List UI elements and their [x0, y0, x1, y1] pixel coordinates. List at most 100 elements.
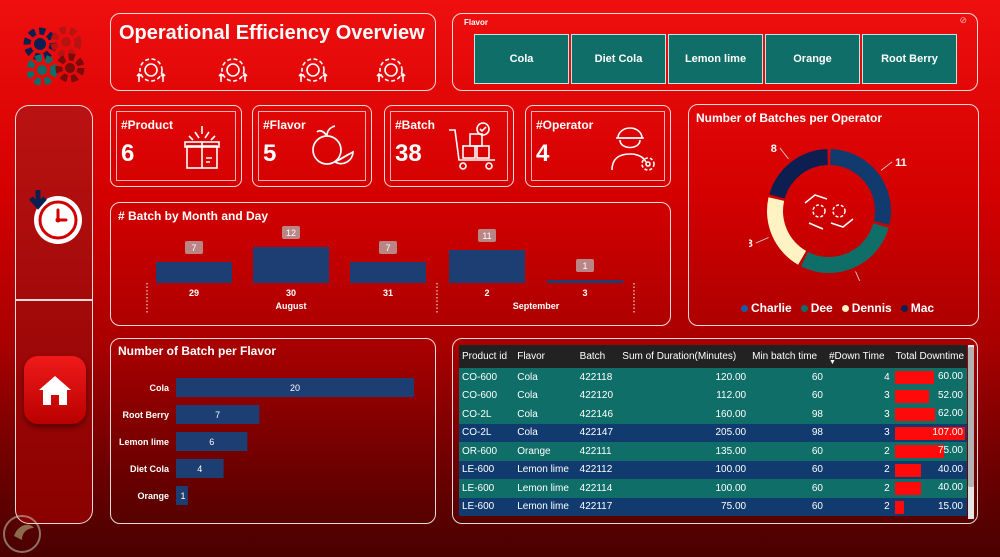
operators-donut-chart[interactable]: 11 11 8 8: [749, 141, 909, 281]
downtime-value: 40.00: [937, 482, 963, 493]
cell-batch: 422120: [576, 386, 620, 405]
col-header-total-downtime[interactable]: Total Downtime: [893, 345, 967, 368]
cell-batch: 422111: [576, 442, 620, 461]
downtime-bar: [894, 500, 905, 514]
cell-product-id: CO-600: [459, 368, 515, 387]
batch-table: Product id Flavor Batch Sum of Duration(…: [459, 345, 967, 519]
kpi-operator-card: #Operator 4: [525, 105, 671, 187]
cell-flavor: Lemon lime: [514, 497, 577, 516]
legend-item[interactable]: Dee: [800, 301, 833, 315]
legend-item[interactable]: Dennis: [841, 301, 892, 315]
clock-icon[interactable]: [26, 186, 86, 246]
col-header-flavor[interactable]: Flavor: [514, 345, 576, 368]
bar-day-30[interactable]: [253, 247, 329, 283]
downtime-value: 107.00: [932, 426, 963, 438]
cell-down-time: 3: [825, 386, 893, 405]
table-row[interactable]: CO-600 Cola 422120 112.00 60 3 52.00: [459, 386, 967, 405]
clear-selection-icon[interactable]: ⊘: [959, 15, 967, 26]
data-label: 7: [191, 243, 196, 253]
flavor-option-cola[interactable]: Cola: [474, 34, 569, 84]
table-row[interactable]: CO-600 Cola 422118 120.00 60 4 60.00: [459, 368, 967, 387]
cell-min-batch-time: 60: [749, 368, 826, 387]
donut-leader-line: [755, 237, 769, 244]
cell-down-time: 4: [825, 368, 893, 387]
cart-boxes-icon: [449, 122, 495, 170]
flavor-option-lemon-lime[interactable]: Lemon lime: [668, 34, 763, 84]
legend-item[interactable]: Mac: [900, 301, 934, 315]
cell-product-id: CO-2L: [459, 423, 515, 442]
table-scrollbar[interactable]: [968, 345, 974, 519]
cell-total-downtime: 75.00: [892, 442, 967, 461]
operators-chart-panel: Number of Batches per Operator 11 11 8 8 Ch…: [688, 104, 979, 326]
downtime-value: 15.00: [937, 500, 963, 512]
legend-label: Dennis: [851, 301, 892, 315]
y-tick-label: Lemon lime: [119, 437, 169, 447]
batch-per-flavor-chart[interactable]: Cola 20 Root Berry 7 Lemon lime 6 Diet Cola 4 Or…: [111, 339, 437, 525]
worker-icon: [611, 127, 655, 171]
cell-total-downtime: 52.00: [892, 386, 967, 405]
cell-min-batch-time: 60: [749, 497, 826, 516]
donut-slice-dennis[interactable]: [767, 197, 807, 265]
cell-flavor: Cola: [514, 368, 577, 387]
table-row[interactable]: LE-600 Lemon lime 422112 100.00 60 2 40.00: [459, 460, 967, 479]
donut-slice-dee[interactable]: [800, 223, 889, 273]
downtime-bar: [894, 463, 921, 477]
cell-duration: 120.00: [619, 368, 750, 387]
bar-day-3[interactable]: [547, 280, 623, 283]
scrollbar-thumb[interactable]: [968, 347, 974, 487]
legend-label: Charlie: [751, 301, 792, 315]
watermark-logo-icon: [3, 515, 41, 553]
gears-logo-icon: [23, 26, 85, 86]
table-row[interactable]: CO-2L Cola 422146 160.00 98 3 62.00: [459, 405, 967, 424]
home-button[interactable]: [24, 356, 86, 424]
efficiency-gear-icon: [136, 58, 166, 82]
title-panel: Operational Efficiency Overview: [110, 13, 436, 91]
flavor-option-root-berry[interactable]: Root Berry: [862, 34, 957, 84]
kpi-value: 38: [395, 140, 422, 167]
table-row[interactable]: CO-2L Cola 422147 205.00 98 3 107.00: [459, 423, 967, 442]
bar-day-2[interactable]: [449, 250, 525, 283]
fruit-icon: [312, 125, 354, 165]
bar-day-31[interactable]: [350, 262, 426, 283]
cell-flavor: Lemon lime: [514, 479, 577, 498]
col-header-product-id[interactable]: Product id: [459, 345, 514, 368]
bar-day-29[interactable]: [156, 262, 232, 283]
kpi-value: 4: [536, 140, 550, 167]
downtime-value: 60.00: [937, 371, 963, 382]
cell-down-time: 2: [825, 497, 893, 516]
col-header-min-batch-time[interactable]: Min batch time: [749, 345, 826, 368]
cell-duration: 75.00: [619, 497, 750, 516]
cell-flavor: Cola: [514, 405, 577, 424]
table-row[interactable]: OR-600 Orange 422111 135.00 60 2 75.00: [459, 442, 967, 461]
nav-divider: [16, 299, 92, 301]
flavor-slicer-label: Flavor: [464, 18, 489, 27]
donut-data-label: 11: [864, 279, 876, 281]
cell-batch: 422117: [576, 497, 620, 516]
legend-item[interactable]: Charlie: [741, 301, 792, 315]
cell-product-id: LE-600: [459, 479, 515, 498]
col-header-batch[interactable]: Batch: [577, 345, 620, 368]
donut-data-label: 8: [749, 238, 753, 250]
downtime-bar: [894, 389, 929, 403]
cell-min-batch-time: 60: [749, 386, 826, 405]
data-label: 7: [215, 410, 220, 420]
col-header-down-time[interactable]: #Down Time ▼: [826, 345, 893, 368]
col-header-duration[interactable]: Sum of Duration(Minutes): [619, 345, 749, 368]
flavor-option-diet-cola[interactable]: Diet Cola: [571, 34, 666, 84]
cell-total-downtime: 15.00: [892, 497, 967, 516]
donut-slice-mac[interactable]: [769, 149, 828, 199]
table-row[interactable]: LE-600 Lemon lime 422117 75.00 60 2 15.00: [459, 497, 967, 516]
efficiency-gear-icon: [298, 58, 328, 82]
cell-product-id: LE-600: [459, 460, 515, 479]
table-row[interactable]: LE-600 Lemon lime 422114 100.00 60 2 40.00: [459, 479, 967, 498]
downtime-value: 75.00: [937, 445, 963, 456]
cell-flavor: Orange: [514, 442, 577, 461]
kpi-label: #Flavor: [263, 118, 306, 132]
cell-product-id: CO-600: [459, 386, 515, 405]
table-header-row: Product id Flavor Batch Sum of Duration(…: [459, 345, 967, 368]
donut-data-label: 11: [895, 157, 907, 169]
donut-slice-charlie[interactable]: [830, 149, 891, 225]
cell-down-time: 2: [825, 442, 893, 461]
flavor-option-orange[interactable]: Orange: [765, 34, 860, 84]
cell-min-batch-time: 60: [749, 442, 826, 461]
